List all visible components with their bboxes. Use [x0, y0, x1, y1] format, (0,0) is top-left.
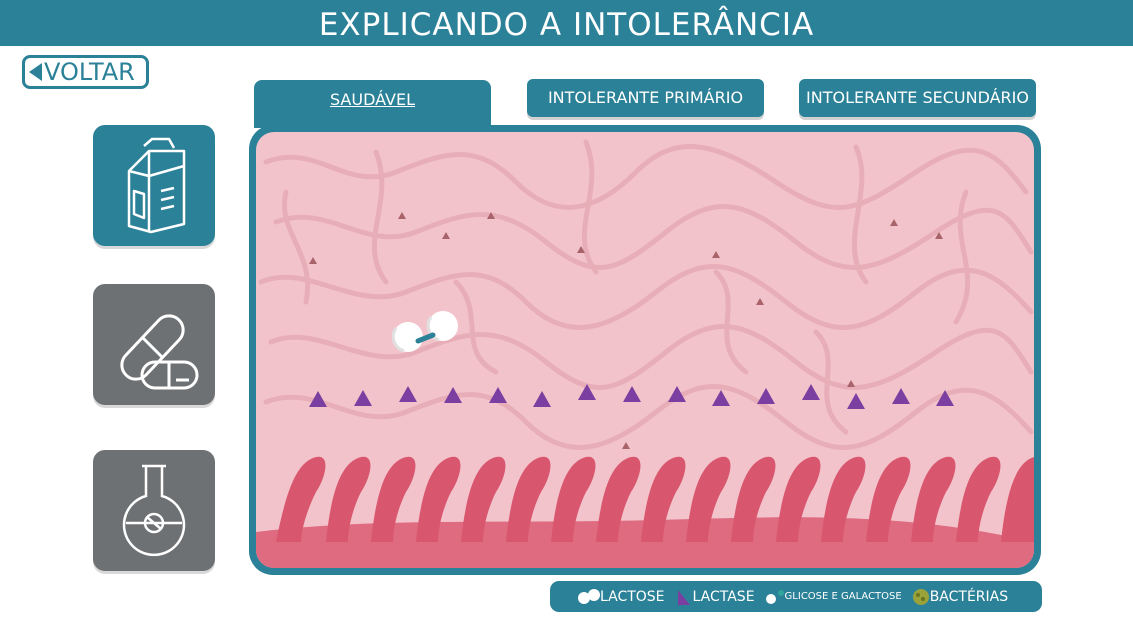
legend-lactase-label: LACTASE: [692, 588, 755, 605]
legend-bar: LACTOSE LACTASE GLICOSE E GALACTOSE BACT…: [550, 581, 1042, 612]
legend-bacterias-label: BACTÉRIAS: [929, 588, 1009, 605]
legend-glicose-label: GLICOSE E GALACTOSE: [784, 591, 902, 602]
intestine-illustration: [256, 132, 1034, 568]
sidebar-item-lab[interactable]: [93, 450, 215, 571]
tab-intolerante-secundario[interactable]: INTOLERANTE SECUNDÁRIO: [799, 79, 1036, 117]
sidebar-item-medicine[interactable]: [93, 284, 215, 405]
intestine-scene: [249, 125, 1041, 575]
page-title: EXPLICANDO A INTOLERÂNCIA: [0, 0, 1133, 46]
lab-flask-icon: [122, 464, 186, 556]
back-button-label: VOLTAR: [44, 57, 135, 86]
glucose-galactose-icon: [765, 589, 784, 604]
pill-capsule-icon: [120, 313, 199, 389]
legend-lactase: LACTASE: [675, 588, 755, 606]
lactose-icon: [578, 588, 600, 604]
tab-intolerante-primario[interactable]: INTOLERANTE PRIMÁRIO: [527, 79, 764, 117]
legend-lactose-label: LACTOSE: [600, 588, 665, 605]
legend-glicose: GLICOSE E GALACTOSE: [765, 589, 902, 605]
legend-lactose: LACTOSE: [576, 588, 665, 605]
back-arrow-icon: [29, 63, 42, 81]
legend-bacterias: BACTÉRIAS: [912, 588, 1008, 606]
bacteria-icon: [912, 588, 929, 605]
tab-saudavel[interactable]: SAUDÁVEL: [254, 80, 491, 128]
lactase-icon: [677, 589, 690, 605]
back-button[interactable]: VOLTAR: [22, 55, 149, 89]
milk-carton-icon: [127, 137, 186, 233]
sidebar-item-milk[interactable]: [93, 125, 215, 246]
